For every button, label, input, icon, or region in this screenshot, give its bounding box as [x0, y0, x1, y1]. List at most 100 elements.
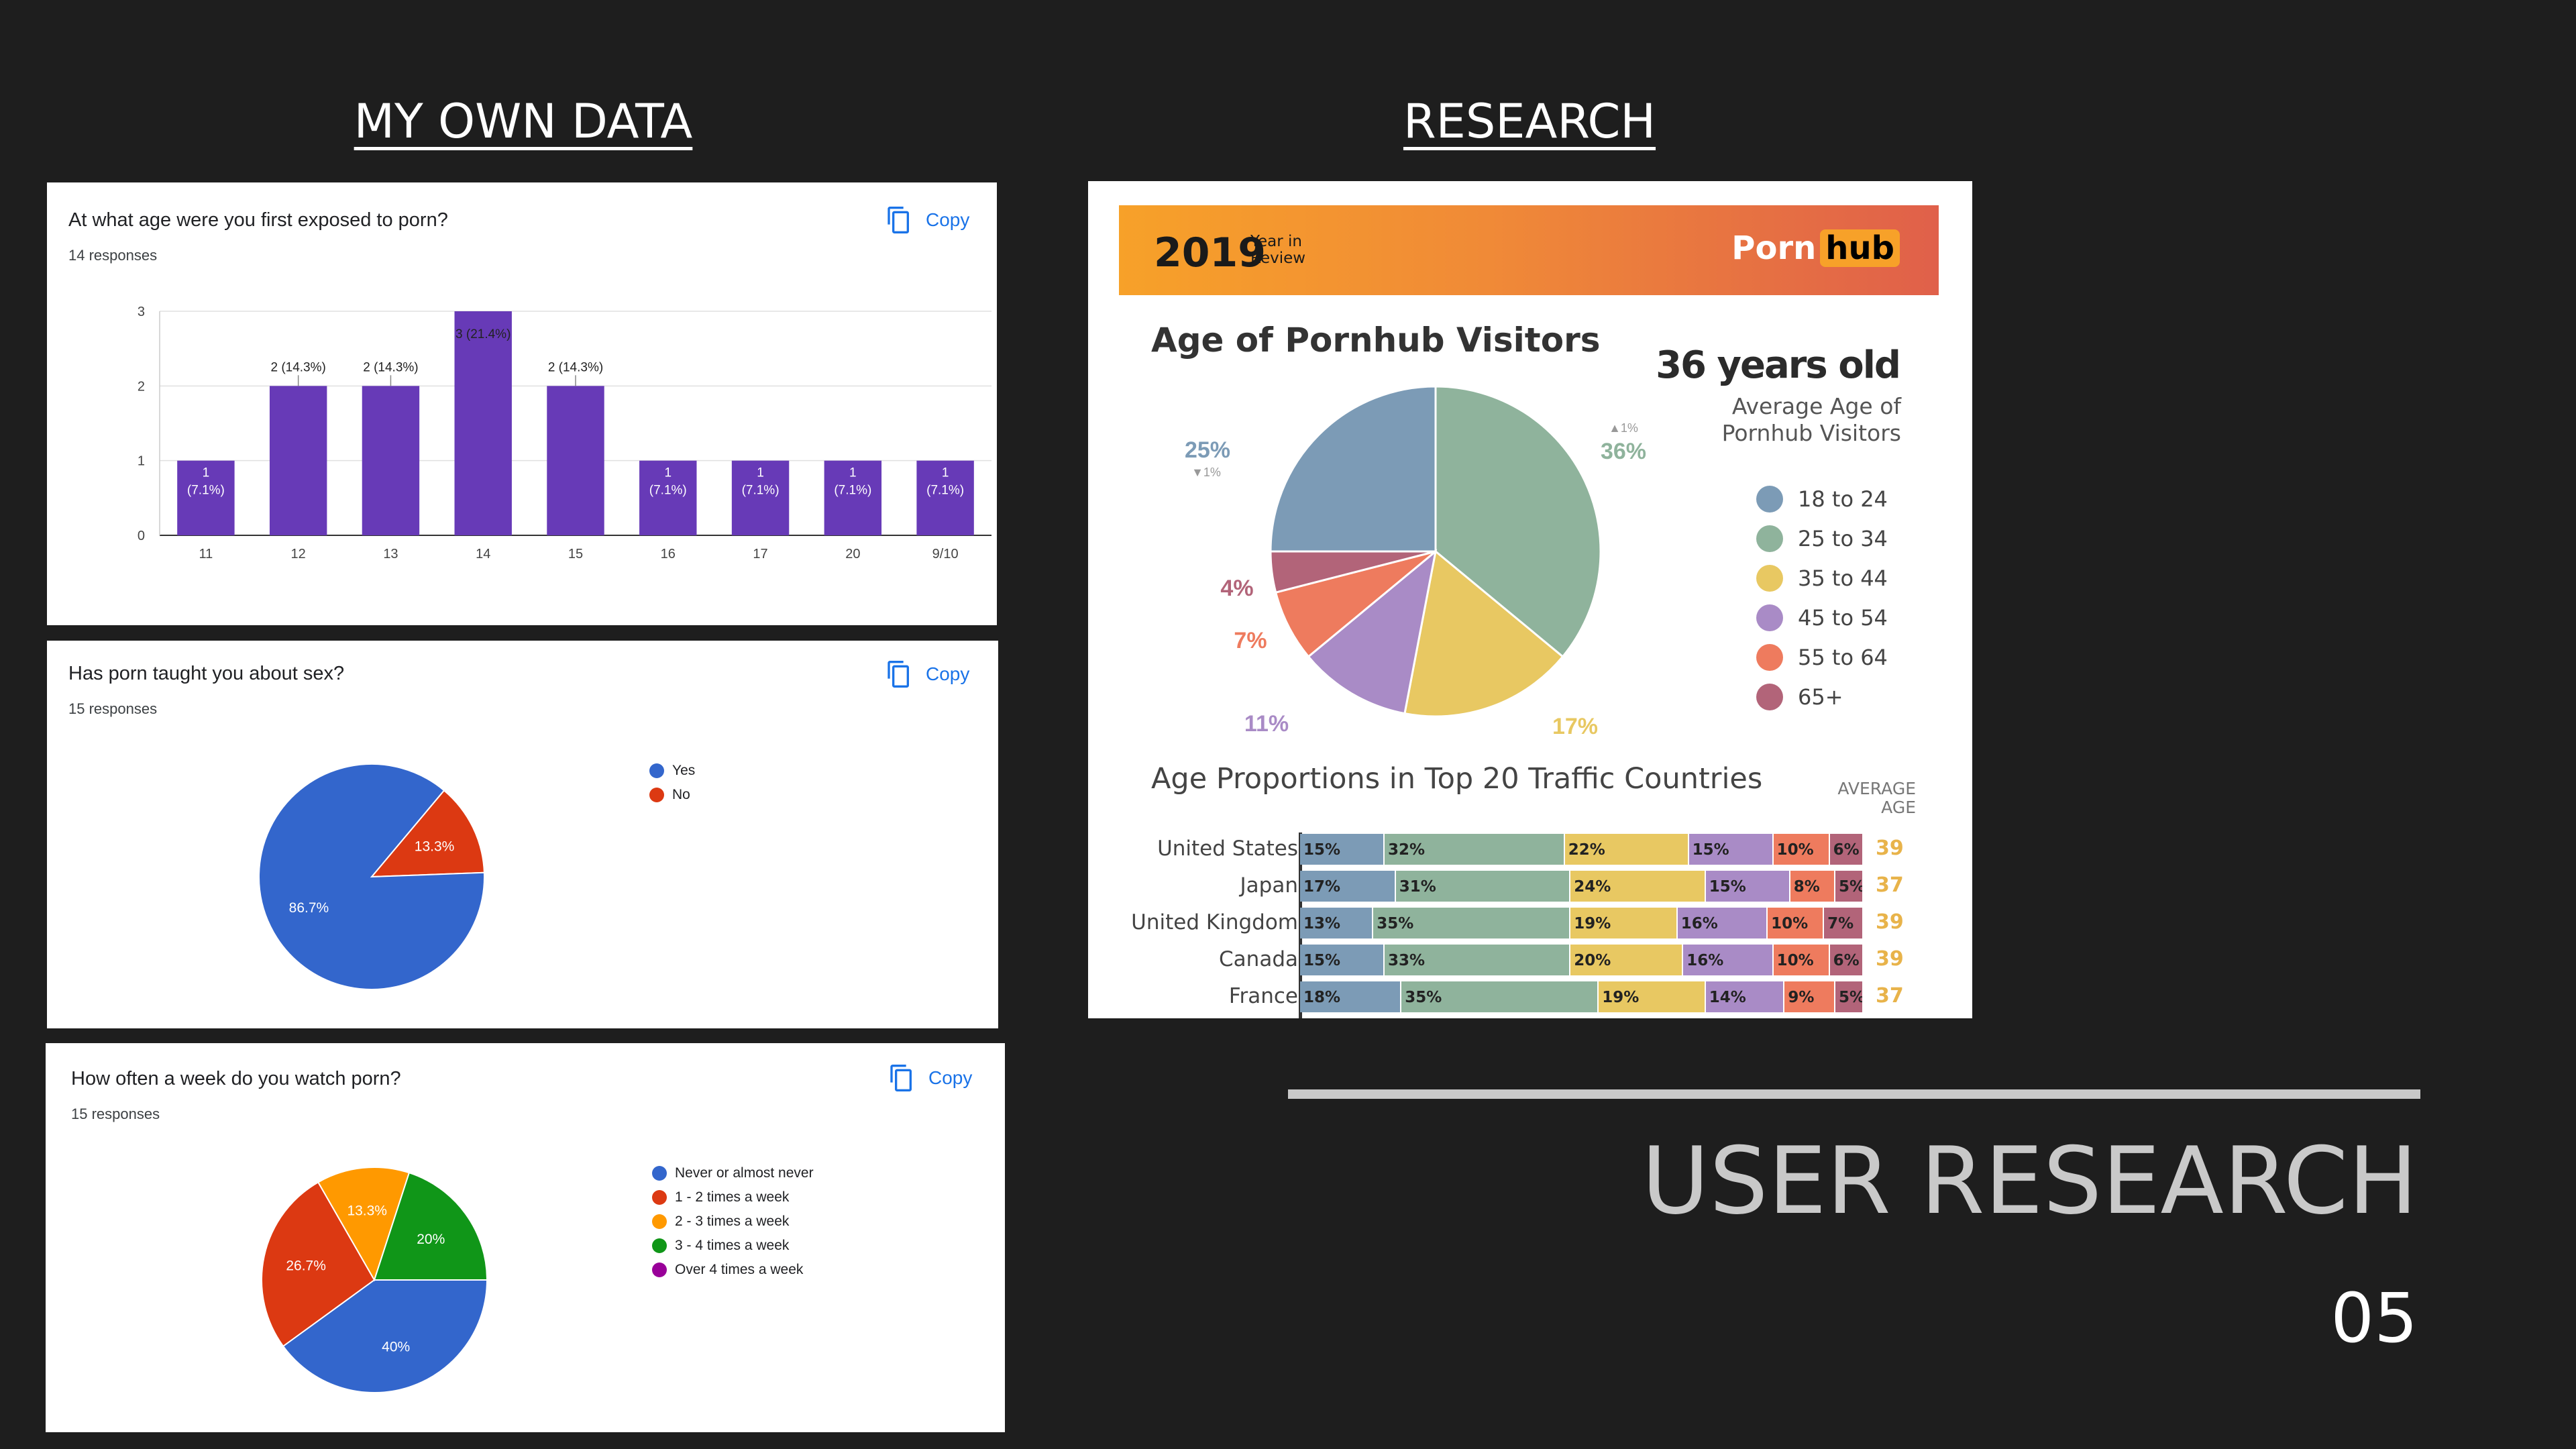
bar-segment: 35% [1373, 908, 1571, 938]
bar-segment: 31% [1395, 871, 1571, 902]
legend-label: Never or almost never [675, 1165, 814, 1181]
slice-label: 26.7% [286, 1258, 326, 1274]
country-row: United Kingdom 13% 35% 19% 16% 10% 7% 39 [1119, 906, 1939, 940]
x-tick-label: 14 [476, 547, 490, 561]
x-tick-label: 17 [753, 547, 767, 561]
x-tick-label: 9/10 [932, 547, 959, 561]
slice-label: 86.7% [289, 900, 329, 916]
infographic-header: 2019 Year in Review Porn hub [1119, 205, 1939, 295]
legend-swatch [1756, 604, 1783, 631]
legend-swatch [652, 1263, 667, 1277]
bar [547, 386, 604, 535]
slice-label: 17% [1552, 714, 1598, 739]
slice-label: 40% [382, 1339, 410, 1354]
change-annotation: ▲1% [1609, 421, 1638, 435]
legend-swatch [1756, 485, 1783, 513]
bar-segment: 16% [1677, 908, 1768, 938]
x-tick-label: 16 [661, 547, 676, 561]
heading-my-own-data: MY OWN DATA [354, 94, 693, 149]
slice-label: 20% [417, 1232, 445, 1247]
legend-label: 35 to 44 [1798, 565, 1888, 591]
bar-segment: 18% [1300, 981, 1402, 1012]
frequency-pie-chart: 40% 26.7% 13.3% 20% [261, 1167, 488, 1393]
pie-legend: Never or almost never 1 - 2 times a week 2… [652, 1161, 814, 1282]
bar-segment: 32% [1385, 834, 1565, 865]
data-label: 1 [203, 466, 210, 480]
country-row: Canada 15% 33% 20% 16% 10% 6% 39 [1119, 943, 1939, 977]
bar [362, 386, 420, 535]
country-label: United Kingdom [1131, 910, 1298, 934]
x-tick-label: 13 [383, 547, 398, 561]
visitor-age-pie-chart: 25% 36% 17% 11% 7% 4% ▲1% ▼1% [1185, 385, 1646, 739]
visitor-age-legend: 18 to 24 25 to 34 35 to 44 45 to 54 55 to 64… [1756, 479, 1888, 716]
legend-item: No [649, 783, 695, 807]
country-label: Canada [1219, 947, 1298, 971]
bar-segment: 24% [1570, 871, 1706, 902]
data-label: 1 [664, 466, 672, 480]
legend-item: 55 to 64 [1756, 637, 1888, 677]
pornhub-logo: Porn hub [1731, 229, 1900, 267]
slice-label: 25% [1185, 437, 1230, 463]
legend-label: 2 - 3 times a week [675, 1214, 790, 1229]
bar [454, 311, 512, 535]
bar-segment: 13% [1300, 908, 1374, 938]
country-row: Japan 17% 31% 24% 15% 8% 5% 37 [1119, 869, 1939, 903]
porn-taught-sex-card: Has porn taught you about sex? 15 respon… [47, 641, 998, 1028]
bar-segment: 22% [1564, 834, 1689, 865]
y-tick-label: 0 [138, 529, 145, 543]
bar-segment: 5% [1835, 871, 1864, 902]
average-age-number: 39 [1876, 910, 1904, 934]
bar-segment: 16% [1683, 945, 1774, 975]
legend-item: 1 - 2 times a week [652, 1185, 814, 1210]
bar-segment: 17% [1300, 871, 1396, 902]
legend-swatch [1756, 683, 1783, 710]
age-first-exposed-card: At what age were you first exposed to po… [47, 182, 997, 625]
change-annotation: ▼1% [1191, 466, 1221, 479]
legend-swatch [1756, 564, 1783, 592]
average-age-number: 37 [1876, 873, 1904, 897]
bar-segment: 10% [1768, 908, 1825, 938]
data-label: (7.1%) [742, 484, 780, 498]
country-label: Japan [1240, 873, 1298, 898]
slice-label: 36% [1601, 439, 1646, 464]
year-in-review: Year in Review [1250, 233, 1306, 267]
section-title: USER RESEARCH [1642, 1127, 2418, 1235]
legend-item: 18 to 24 [1756, 479, 1888, 519]
bar-segment: 7% [1824, 908, 1864, 938]
bar-segment: 35% [1401, 981, 1599, 1012]
legend-swatch [652, 1214, 667, 1229]
bar-segment: 8% [1790, 871, 1835, 902]
legend-label: Yes [672, 763, 696, 778]
y-tick-label: 2 [138, 379, 145, 394]
year: 2019 [1154, 229, 1266, 276]
bar-segment: 15% [1300, 945, 1385, 975]
y-tick-label: 1 [138, 454, 145, 469]
x-tick-label: 12 [291, 547, 306, 561]
legend-swatch [1756, 643, 1783, 671]
country-row: United States 15% 32% 22% 15% 10% 6% 39 [1119, 833, 1939, 866]
legend-label: 55 to 64 [1798, 644, 1888, 670]
bar [269, 386, 327, 535]
data-label: (7.1%) [834, 484, 871, 498]
legend-item: Over 4 times a week [652, 1258, 814, 1282]
countries-subtitle: Age Proportions in Top 20 Traffic Countr… [1151, 762, 1763, 796]
country-row: France 18% 35% 19% 14% 9% 5% 37 [1119, 980, 1939, 1014]
data-label: 1 [757, 466, 764, 480]
data-label: 3 (21.4%) [455, 327, 511, 341]
legend-item: 65+ [1756, 677, 1888, 716]
data-label: (7.1%) [187, 484, 225, 498]
bar-segment: 6% [1829, 834, 1864, 865]
bar-segment: 5% [1835, 981, 1864, 1012]
legend-item: 3 - 4 times a week [652, 1234, 814, 1258]
data-label: (7.1%) [649, 484, 687, 498]
legend-label: No [672, 787, 690, 802]
age-bar-chart: 0123111(7.1%)122 (14.3%)132 (14.3%)143 (… [138, 305, 991, 561]
slice-label: 13.3% [347, 1203, 387, 1219]
legend-swatch [649, 788, 664, 802]
x-tick-label: 20 [845, 547, 860, 561]
stacked-bar: 13% 35% 19% 16% 10% 7% [1300, 908, 1864, 938]
bar-segment: 15% [1300, 834, 1385, 865]
average-age-caption: Average Age of Pornhub Visitors [1721, 393, 1901, 446]
bar-segment: 15% [1688, 834, 1774, 865]
watch-frequency-card: How often a week do you watch porn? 15 r… [46, 1043, 1005, 1432]
